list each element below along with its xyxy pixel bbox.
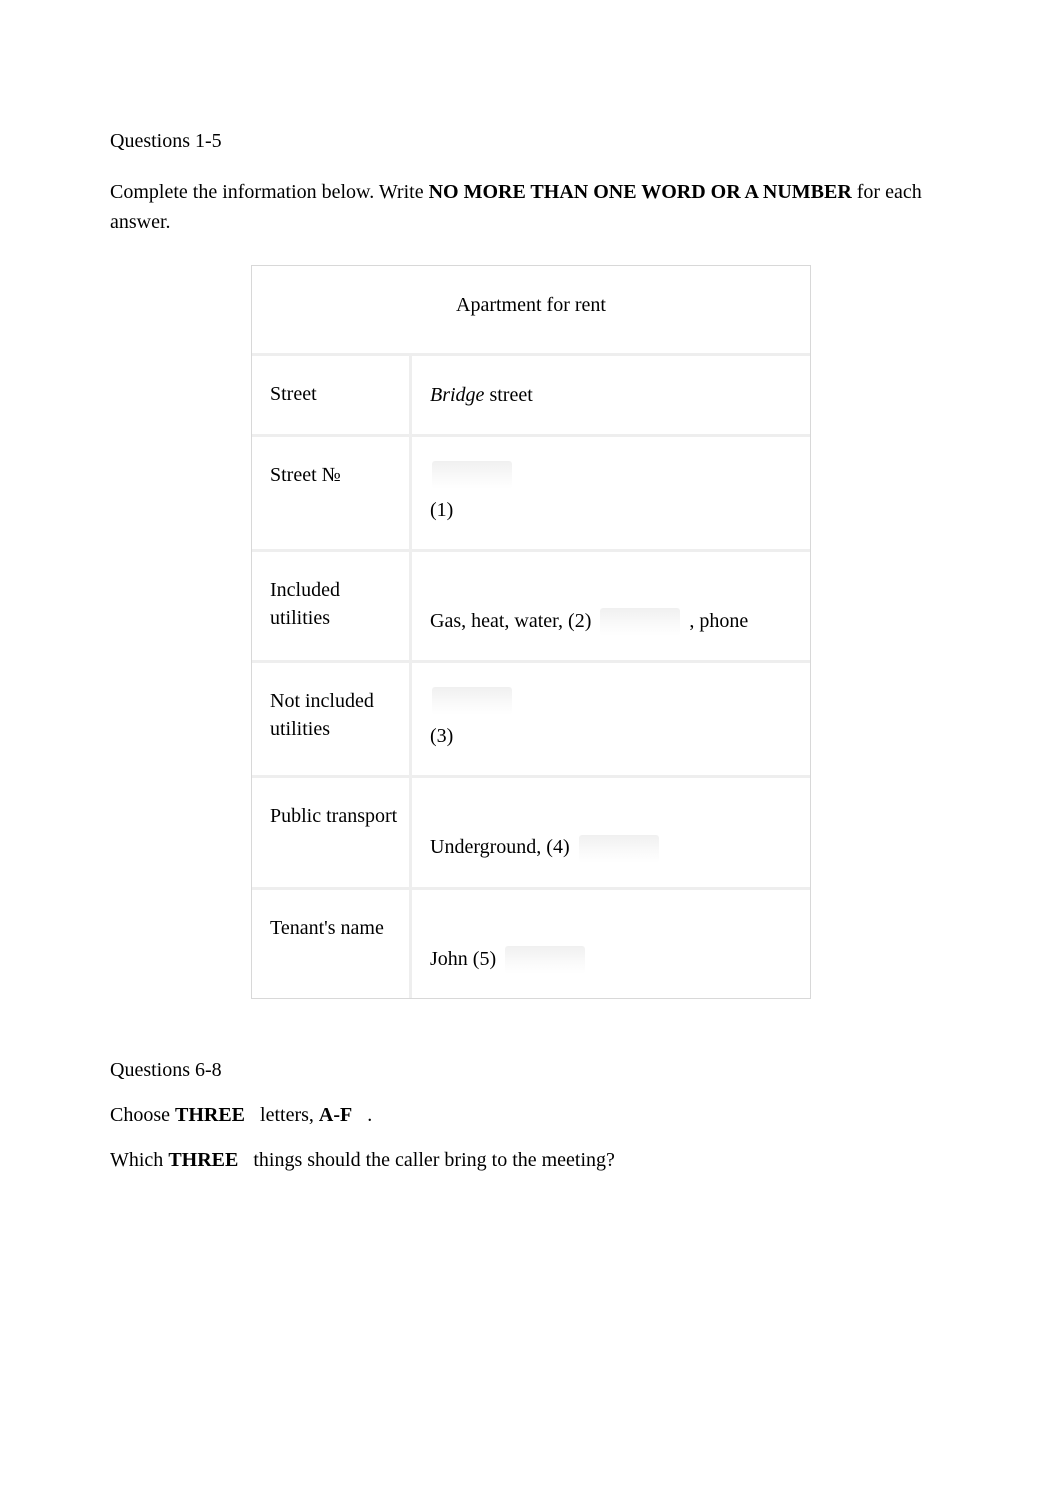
row-value: Gas, heat, water, (2) , phone — [412, 552, 810, 660]
text-trailing: , phone — [684, 610, 748, 632]
bold-text: A-F — [319, 1104, 352, 1126]
instruction-6-8-line2: Which THREE things should the caller bri… — [110, 1149, 952, 1172]
row-label: Street № — [252, 437, 412, 549]
row-value: (3) — [412, 663, 810, 775]
text-prefix: Gas, heat, water, — [430, 610, 568, 632]
text: things should the caller bring to the me… — [253, 1149, 615, 1171]
bold-text: THREE — [175, 1104, 245, 1126]
row-value: Underground, (4) — [412, 778, 810, 886]
text: Choose — [110, 1104, 175, 1126]
row-value: John (5) — [412, 890, 810, 998]
text: . — [367, 1104, 372, 1126]
row-label: Public transport — [252, 778, 412, 886]
answer-blank[interactable] — [432, 687, 512, 715]
row-label: Included utilities — [252, 552, 412, 660]
form-table-wrapper: Apartment for rent Street Bridge street … — [110, 265, 952, 999]
answer-number: (4) — [546, 836, 569, 858]
text: letters, — [260, 1104, 319, 1126]
apartment-form-table: Apartment for rent Street Bridge street … — [251, 265, 811, 999]
instruction-bold: NO MORE THAN ONE WORD OR A NUMBER — [429, 181, 852, 203]
table-row: Not included utilities (3) — [252, 660, 810, 775]
answer-number: (2) — [568, 610, 591, 632]
questions-6-8-heading: Questions 6-8 — [110, 1059, 952, 1082]
table-row: Street Bridge street — [252, 353, 810, 434]
instruction-6-8-line1: Choose THREE letters, A-F . — [110, 1104, 952, 1127]
text: Which — [110, 1149, 168, 1171]
table-row: Street № (1) — [252, 434, 810, 549]
instruction-text-1: Complete the information below. Write — [110, 181, 429, 203]
answer-number: (1) — [430, 499, 453, 521]
instruction-1-5: Complete the information below. Write NO… — [110, 177, 952, 237]
answer-blank[interactable] — [505, 946, 585, 974]
table-row: Tenant's name John (5) — [252, 887, 810, 998]
table-row: Included utilities Gas, heat, water, (2)… — [252, 549, 810, 660]
answer-number: (3) — [430, 725, 453, 747]
answer-blank[interactable] — [579, 835, 659, 863]
answer-blank[interactable] — [600, 608, 680, 636]
row-label: Not included utilities — [252, 663, 412, 775]
answer-number: (5) — [473, 948, 496, 970]
form-title: Apartment for rent — [252, 266, 810, 353]
row-label: Street — [252, 356, 412, 434]
bold-text: THREE — [168, 1149, 238, 1171]
text-suffix: street — [484, 384, 532, 406]
text-prefix: Underground, — [430, 836, 546, 858]
row-label: Tenant's name — [252, 890, 412, 998]
row-value: (1) — [412, 437, 810, 549]
questions-1-5-heading: Questions 1-5 — [110, 130, 952, 153]
table-row: Public transport Underground, (4) — [252, 775, 810, 886]
italic-value: Bridge — [430, 384, 484, 406]
row-value: Bridge street — [412, 356, 810, 434]
answer-blank[interactable] — [432, 461, 512, 489]
text-prefix: John — [430, 948, 473, 970]
